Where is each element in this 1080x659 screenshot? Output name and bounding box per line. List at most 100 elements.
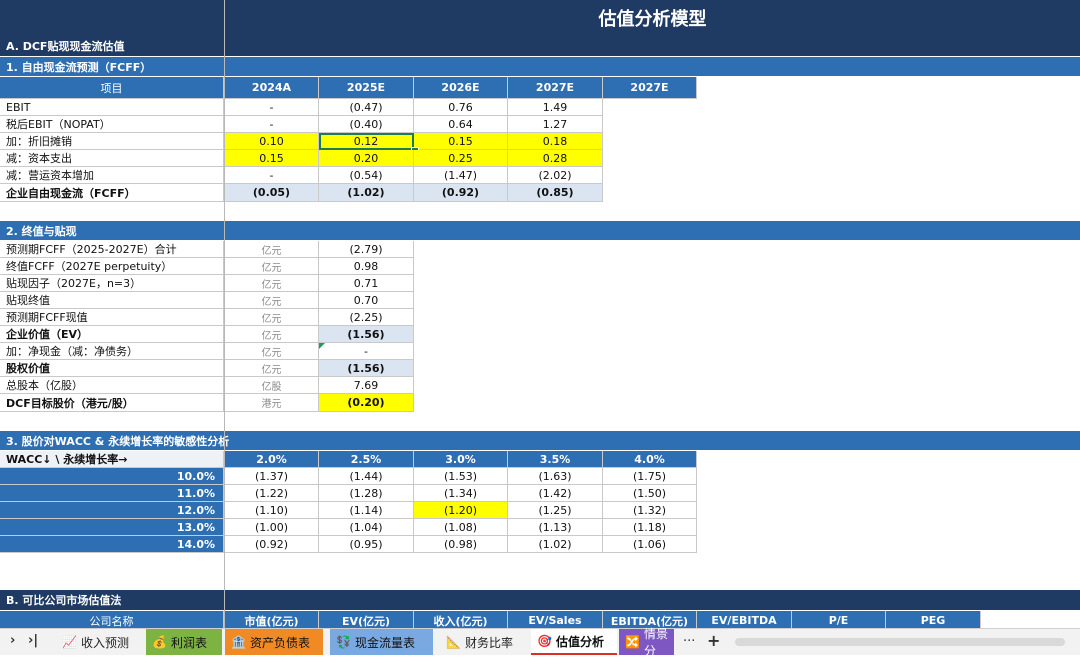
unit-cell[interactable]: 亿股	[225, 377, 319, 394]
unit-cell[interactable]: 亿元	[225, 326, 319, 343]
wacc-label[interactable]: 10.0%	[0, 468, 224, 485]
cell-value[interactable]: (1.42)	[508, 485, 603, 502]
base-case-cell[interactable]: (1.20)	[414, 502, 508, 519]
cell-value[interactable]: (1.22)	[225, 485, 319, 502]
tab-income-statement[interactable]: 💰 利润表	[146, 629, 222, 655]
unit-cell[interactable]: 港元	[225, 394, 319, 412]
comps-col-peg[interactable]: PEG	[886, 611, 981, 628]
last-sheet-icon[interactable]: ›|	[28, 633, 38, 648]
row-label[interactable]: 贴现因子（2027E，n=3）	[0, 275, 224, 292]
cell-value[interactable]: (1.37)	[225, 468, 319, 485]
unit-cell[interactable]: 亿元	[225, 258, 319, 275]
wacc-label[interactable]: 13.0%	[0, 519, 224, 536]
cell-value[interactable]: (1.28)	[319, 485, 414, 502]
input-cell[interactable]: 0.20	[319, 150, 414, 167]
tab-cash-flow[interactable]: 💱 现金流量表	[330, 629, 433, 655]
cell-value[interactable]: 0.70	[319, 292, 414, 309]
cell-value[interactable]: (2.25)	[319, 309, 414, 326]
cell-value[interactable]: (1.34)	[414, 485, 508, 502]
fcff-col-2027e-extra[interactable]: 2027E	[603, 77, 697, 99]
row-label[interactable]: EBIT	[0, 99, 224, 116]
comps-col-pe[interactable]: P/E	[792, 611, 886, 628]
tab-valuation-analysis[interactable]: 🎯 估值分析	[531, 629, 617, 655]
row-label[interactable]: DCF目标股价（港元/股）	[0, 394, 224, 412]
input-cell[interactable]: 0.28	[508, 150, 603, 167]
cell-value[interactable]: (1.47)	[414, 167, 508, 184]
freeze-pane-divider[interactable]	[224, 0, 225, 628]
comps-col-ev-ebitda[interactable]: EV/EBITDA	[697, 611, 792, 628]
cell-value[interactable]: (1.08)	[414, 519, 508, 536]
cell-total[interactable]: (0.85)	[508, 184, 603, 202]
tab-financial-ratios[interactable]: 📐 财务比率	[440, 629, 526, 655]
cell-value[interactable]: (1.32)	[603, 502, 697, 519]
row-label[interactable]: 减：资本支出	[0, 150, 224, 167]
wacc-label[interactable]: 12.0%	[0, 502, 224, 519]
cell-value[interactable]: (1.75)	[603, 468, 697, 485]
growth-header[interactable]: 3.0%	[414, 451, 508, 468]
comps-col-company[interactable]: 公司名称	[0, 611, 224, 628]
next-sheet-icon[interactable]: ›	[10, 633, 15, 648]
growth-header[interactable]: 2.0%	[225, 451, 319, 468]
spreadsheet-grid[interactable]: 估值分析模型 A. DCF贴现现金流估值 1. 自由现金流预测（FCFF） 项目…	[0, 0, 1080, 628]
growth-header[interactable]: 4.0%	[603, 451, 697, 468]
growth-header[interactable]: 3.5%	[508, 451, 603, 468]
row-label[interactable]: 加：净现金（减：净债务）	[0, 343, 224, 360]
cell-value[interactable]: (2.02)	[508, 167, 603, 184]
growth-header[interactable]: 2.5%	[319, 451, 414, 468]
cell-value[interactable]: 0.71	[319, 275, 414, 292]
row-label[interactable]: 终值FCFF（2027E perpetuity）	[0, 258, 224, 275]
fcff-col-2024a[interactable]: 2024A	[225, 77, 319, 99]
unit-cell[interactable]: 亿元	[225, 275, 319, 292]
input-cell[interactable]: 0.15	[225, 150, 319, 167]
cell-value[interactable]: 0.98	[319, 258, 414, 275]
target-price-cell[interactable]: (0.20)	[319, 394, 414, 412]
selected-cell[interactable]: 0.12	[319, 133, 414, 150]
cell-value[interactable]: (1.00)	[225, 519, 319, 536]
comps-col-market-cap[interactable]: 市值(亿元)	[225, 611, 319, 628]
cell-value[interactable]: (0.98)	[414, 536, 508, 553]
cell-value[interactable]: (1.53)	[414, 468, 508, 485]
cell-value[interactable]: 0.64	[414, 116, 508, 133]
tab-balance-sheet[interactable]: 🏦 资产负债表	[225, 629, 323, 655]
cell-value[interactable]: -	[225, 167, 319, 184]
cell-total[interactable]: (1.02)	[319, 184, 414, 202]
cell-value[interactable]: (2.79)	[319, 241, 414, 258]
tab-revenue-forecast[interactable]: 📈 收入预测	[56, 629, 141, 655]
wacc-label[interactable]: 11.0%	[0, 485, 224, 502]
fcff-col-item[interactable]: 项目	[0, 77, 224, 99]
cell-value[interactable]: -	[225, 116, 319, 133]
cell-total[interactable]: (1.56)	[319, 360, 414, 377]
row-label[interactable]: 加：折旧摊销	[0, 133, 224, 150]
cell-value[interactable]: 1.27	[508, 116, 603, 133]
cell-value[interactable]: 1.49	[508, 99, 603, 116]
comment-marker-icon[interactable]	[319, 343, 325, 349]
input-cell[interactable]: 0.10	[225, 133, 319, 150]
cell-value[interactable]: (1.63)	[508, 468, 603, 485]
cell-value[interactable]: (1.13)	[508, 519, 603, 536]
cell-value[interactable]: (1.44)	[319, 468, 414, 485]
cell-value[interactable]: -	[225, 99, 319, 116]
more-sheets-icon[interactable]: ···	[683, 634, 695, 649]
unit-cell[interactable]: 亿元	[225, 360, 319, 377]
comps-col-revenue[interactable]: 收入(亿元)	[414, 611, 508, 628]
cell-value[interactable]: (0.95)	[319, 536, 414, 553]
cell-value[interactable]: (1.50)	[603, 485, 697, 502]
tab-scenario[interactable]: 🔀 情景分	[619, 627, 674, 658]
cell-value[interactable]: 7.69	[319, 377, 414, 394]
cell-value[interactable]: (1.10)	[225, 502, 319, 519]
fcff-col-2025e[interactable]: 2025E	[319, 77, 414, 99]
unit-cell[interactable]: 亿元	[225, 309, 319, 326]
cell-value[interactable]: (1.06)	[603, 536, 697, 553]
input-cell[interactable]: 0.18	[508, 133, 603, 150]
fcff-col-2026e[interactable]: 2026E	[414, 77, 508, 99]
row-label[interactable]: 股权价值	[0, 360, 224, 377]
cell-total[interactable]: (0.92)	[414, 184, 508, 202]
cell-value[interactable]: (1.18)	[603, 519, 697, 536]
row-label[interactable]: 企业价值（EV）	[0, 326, 224, 343]
cell-value[interactable]: (1.04)	[319, 519, 414, 536]
cell-value[interactable]: (1.02)	[508, 536, 603, 553]
title-left-cell[interactable]	[0, 0, 224, 36]
row-label[interactable]: 贴现终值	[0, 292, 224, 309]
row-label[interactable]: 税后EBIT（NOPAT）	[0, 116, 224, 133]
cell-total[interactable]: (0.05)	[225, 184, 319, 202]
